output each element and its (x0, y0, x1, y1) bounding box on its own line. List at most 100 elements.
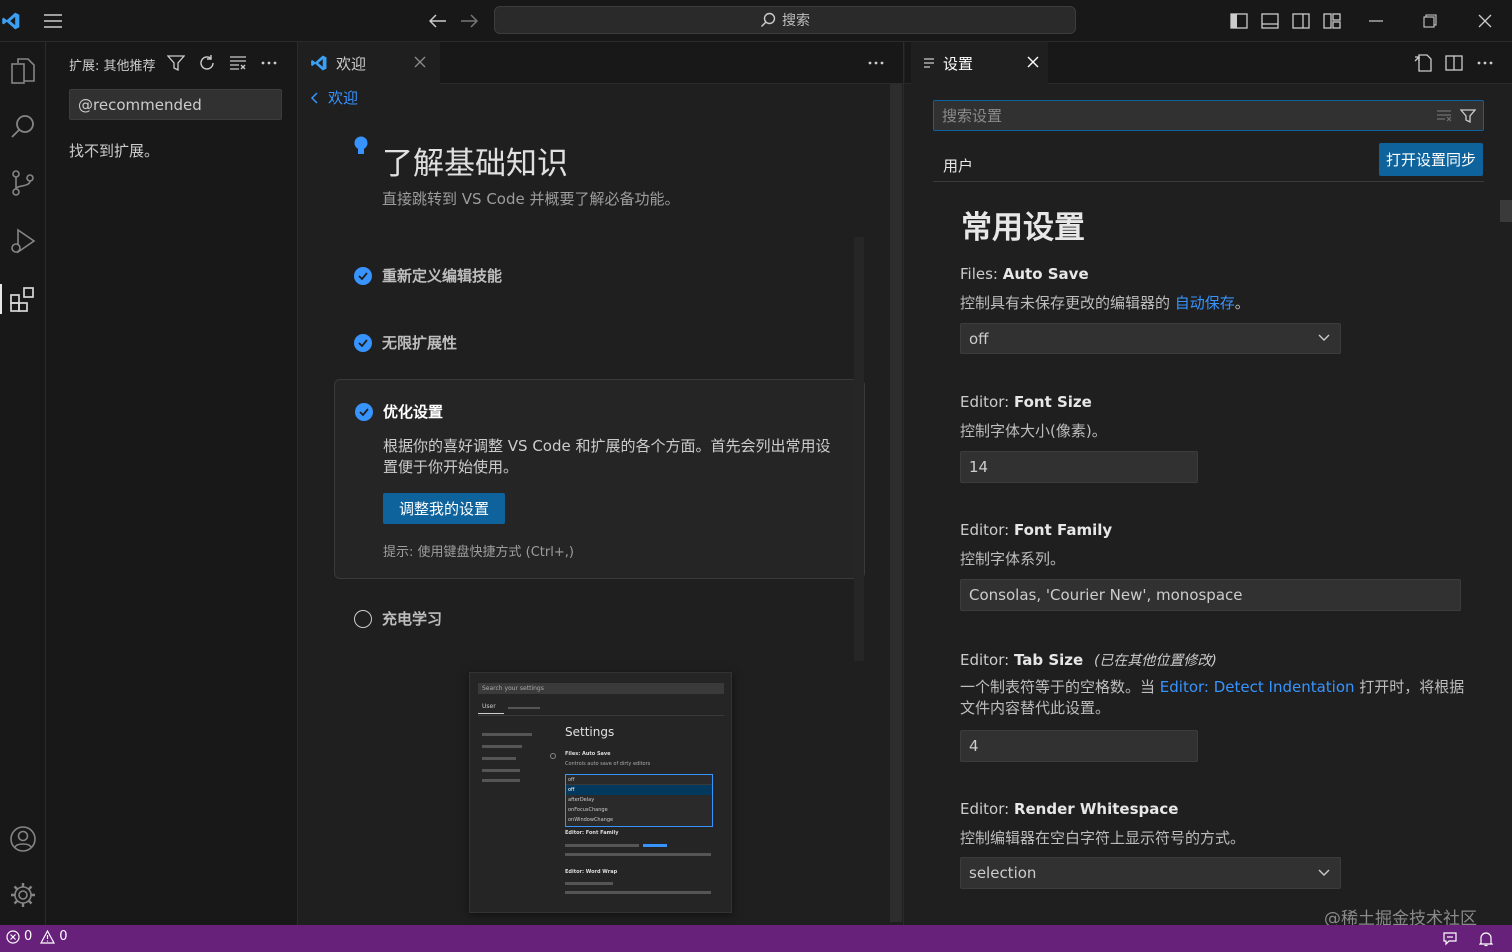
step-item[interactable]: 充电学习 (354, 608, 442, 629)
setting-category: Editor: (960, 393, 1014, 411)
vscode-logo-icon (310, 54, 328, 72)
command-center-search[interactable]: 搜索 (494, 6, 1076, 34)
setting-description: 控制字体大小(像素)。 (960, 422, 1107, 440)
scope-tab-user[interactable]: 用户 (933, 150, 983, 182)
notifications-bell-icon[interactable] (1476, 929, 1496, 948)
manage-gear-icon[interactable] (0, 872, 46, 918)
preview-dropdown-option: afterDelay (568, 797, 595, 803)
step-item[interactable]: 重新定义编辑技能 (354, 265, 502, 286)
more-actions-icon[interactable] (258, 53, 280, 73)
clear-results-icon[interactable] (227, 53, 249, 73)
refresh-icon[interactable] (196, 53, 218, 73)
detect-indentation-link[interactable]: Editor: Detect Indentation (1160, 678, 1355, 696)
step-label: 优化设置 (383, 403, 444, 421)
step-item[interactable]: 无限扩展性 (354, 332, 457, 353)
lightbulb-icon (353, 135, 369, 157)
feedback-icon[interactable] (1440, 929, 1460, 948)
step-item[interactable]: 优化设置 (355, 401, 443, 422)
chevron-down-icon (1318, 869, 1330, 877)
setting-title: Editor: Tab Size (已在其他位置修改) (960, 650, 1217, 670)
empty-circle-icon (354, 609, 372, 628)
tab-welcome[interactable]: 欢迎 (298, 42, 440, 84)
extensions-sidebar: 扩展: 其他推荐 @recommended 找不到扩展。 (46, 42, 298, 925)
font-size-input[interactable]: 14 (960, 451, 1198, 483)
editor-scrollbar[interactable] (890, 84, 902, 922)
preview-nav-bar (482, 779, 520, 782)
step-label: 充电学习 (382, 610, 443, 628)
tab-label: 设置 (943, 54, 974, 73)
problems-indicator[interactable]: 0 0 (6, 929, 68, 944)
toggle-panel-icon[interactable] (1259, 10, 1281, 32)
preview-tab-underline (478, 713, 504, 714)
welcome-tab-strip: 欢迎 (298, 42, 903, 84)
setting-name: Render Whitespace (1013, 800, 1179, 818)
source-control-icon[interactable] (0, 160, 46, 206)
filter-icon[interactable] (165, 53, 187, 73)
steps-scrollbar[interactable] (854, 237, 864, 661)
preview-dropdown-option: off (566, 785, 712, 795)
welcome-editor-group: 欢迎 欢迎 了解基础知识 直接跳转到 VS Code 并概要了解必备功能。 重新… (298, 42, 904, 925)
preview-placeholder-bar (565, 882, 613, 885)
step-description: 根据你的喜好调整 VS Code 和扩展的各个方面。首先会列出常用设置便于你开始… (383, 437, 831, 476)
title-bar: 搜索 (0, 0, 1512, 42)
open-settings-json-icon[interactable] (1412, 52, 1434, 74)
close-icon[interactable] (1027, 56, 1039, 68)
close-window-icon[interactable] (1473, 10, 1497, 32)
setting-category: Editor: (960, 651, 1014, 669)
open-settings-sync-button[interactable]: 打开设置同步 (1379, 143, 1483, 176)
toggle-sidebar-icon[interactable] (1228, 10, 1250, 32)
settings-scrollbar-thumb[interactable] (1500, 200, 1512, 222)
preview-divider (478, 715, 724, 716)
tab-settings[interactable]: 设置 (911, 42, 1048, 84)
filter-icon[interactable] (1458, 107, 1478, 125)
more-actions-icon[interactable] (864, 53, 888, 73)
extensions-icon[interactable] (0, 276, 46, 322)
settings-search-input[interactable]: 搜索设置 (933, 100, 1484, 131)
restore-icon[interactable] (1418, 10, 1442, 32)
back-arrow-icon[interactable] (426, 8, 450, 34)
modified-elsewhere-note[interactable]: (已在其他位置修改) (1094, 653, 1217, 669)
setting-title: Files: Auto Save (960, 265, 1089, 283)
forward-arrow-icon[interactable] (457, 8, 481, 34)
adjust-settings-button[interactable]: 调整我的设置 (383, 493, 505, 524)
setting-title: Editor: Font Family (960, 521, 1112, 539)
setting-name: Font Family (1013, 521, 1113, 539)
auto-save-select[interactable]: off (960, 323, 1341, 354)
select-value: off (969, 329, 989, 348)
step-label: 重新定义编辑技能 (382, 267, 503, 285)
setting-title: Editor: Font Size (960, 393, 1092, 411)
more-actions-icon[interactable] (1474, 52, 1496, 74)
extensions-search-input[interactable]: @recommended (69, 89, 282, 120)
setting-name: Font Size (1013, 393, 1092, 411)
setting-description: 控制编辑器在空白字符上显示符号的方式。 (960, 829, 1246, 847)
page-subtitle: 直接跳转到 VS Code 并概要了解必备功能。 (382, 190, 680, 208)
auto-save-link[interactable]: 自动保存 (1175, 294, 1235, 312)
section-title: 常用设置 (961, 210, 1085, 246)
setting-name: Auto Save (1002, 265, 1089, 283)
font-family-input[interactable]: Consolas, 'Courier New', monospace (960, 579, 1461, 611)
minimize-icon[interactable] (1364, 10, 1388, 32)
customize-layout-icon[interactable] (1321, 10, 1343, 32)
preview-nav-bar (482, 733, 532, 736)
setting-title: Editor: Render Whitespace (960, 800, 1178, 818)
toggle-secondary-sidebar-icon[interactable] (1290, 10, 1312, 32)
explorer-icon[interactable] (0, 48, 46, 94)
run-debug-icon[interactable] (0, 218, 46, 264)
search-icon[interactable] (0, 104, 46, 150)
menu-icon[interactable] (40, 8, 66, 34)
tab-size-input[interactable]: 4 (960, 730, 1198, 762)
accounts-icon[interactable] (0, 816, 46, 862)
setting-category: Files: (960, 265, 1003, 283)
settings-file-icon (923, 57, 935, 69)
close-icon[interactable] (414, 56, 426, 68)
preview-placeholder-bar (565, 891, 711, 894)
preview-dropdown: off off afterDelay onFocusChange onWindo… (565, 774, 713, 827)
render-whitespace-select[interactable]: selection (960, 857, 1341, 889)
clear-filter-icon[interactable] (1434, 107, 1454, 125)
split-editor-icon[interactable] (1443, 52, 1465, 74)
back-link[interactable]: 欢迎 (310, 87, 358, 108)
setting-category: Editor: (960, 800, 1014, 818)
preview-dropdown-option: onFocusChange (568, 807, 608, 813)
step-tip: 提示: 使用键盘快捷方式 (Ctrl+,) (383, 545, 574, 560)
step-label: 无限扩展性 (382, 334, 458, 352)
